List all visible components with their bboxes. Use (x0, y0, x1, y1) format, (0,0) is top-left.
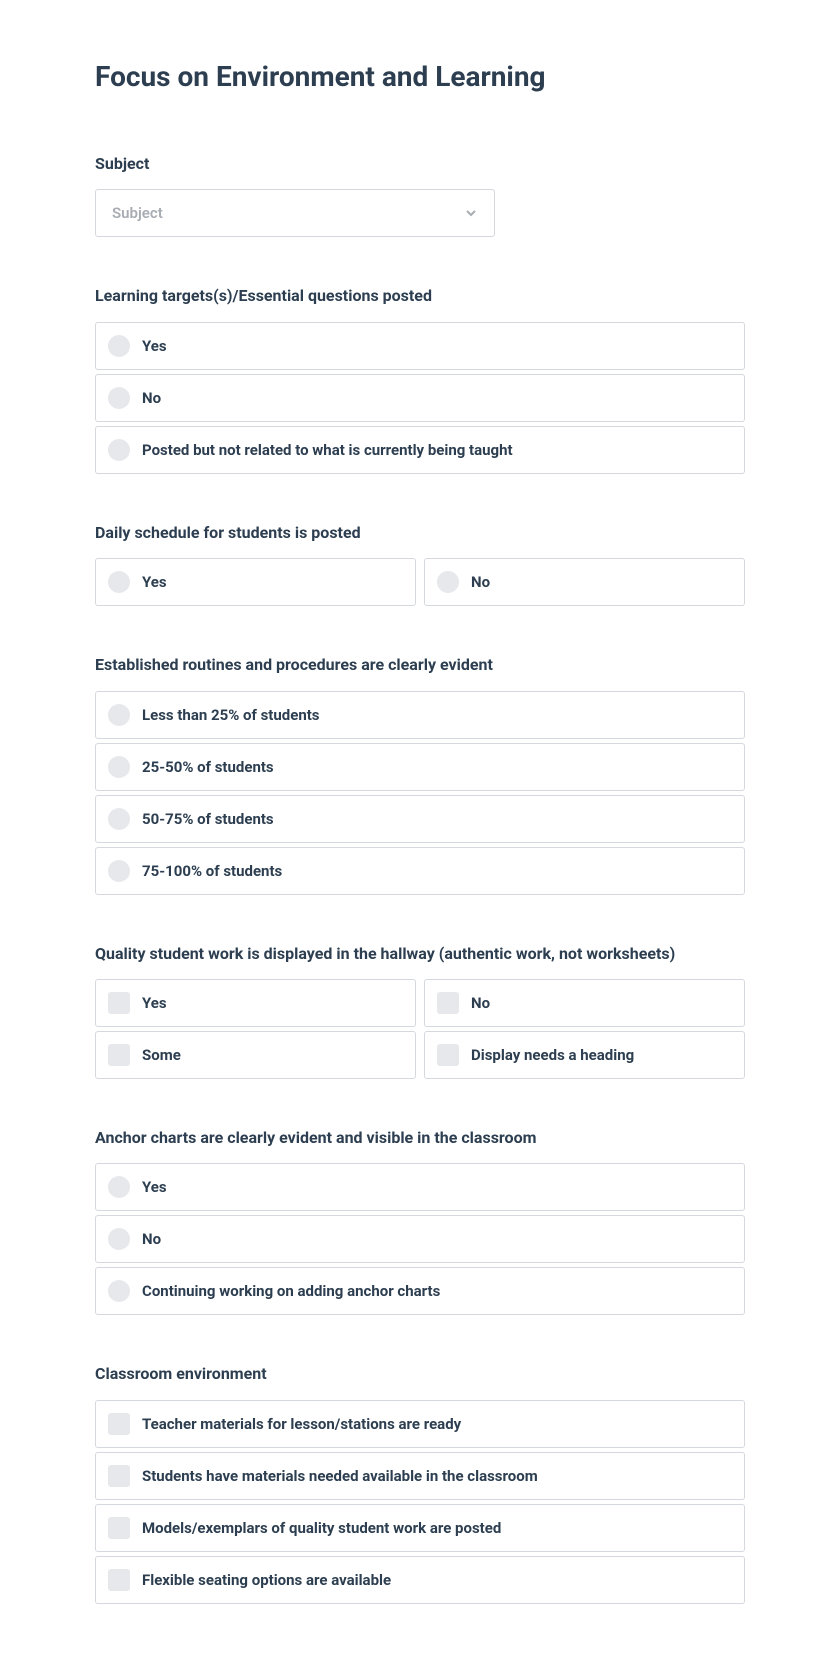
checkbox-icon (108, 992, 130, 1014)
checkbox-icon (108, 1465, 130, 1487)
radio-icon (108, 808, 130, 830)
option-label: 75-100% of students (142, 862, 282, 880)
radio-icon (108, 756, 130, 778)
daily-schedule-option[interactable]: Yes (95, 558, 416, 606)
checkbox-icon (108, 1517, 130, 1539)
classroom-env-option[interactable]: Models/exemplars of quality student work… (95, 1504, 745, 1552)
option-label: 25-50% of students (142, 758, 274, 776)
student-work-option[interactable]: Display needs a heading (424, 1031, 745, 1079)
option-label: Some (142, 1046, 181, 1064)
option-label: Continuing working on adding anchor char… (142, 1282, 440, 1300)
routines-option[interactable]: 50-75% of students (95, 795, 745, 843)
learning-targets-section: Learning targets(s)/Essential questions … (95, 285, 745, 473)
daily-schedule-section: Daily schedule for students is posted Ye… (95, 522, 745, 606)
classroom-env-option[interactable]: Teacher materials for lesson/stations ar… (95, 1400, 745, 1448)
student-work-option[interactable]: Some (95, 1031, 416, 1079)
option-label: Models/exemplars of quality student work… (142, 1519, 501, 1537)
classroom-env-options: Teacher materials for lesson/stations ar… (95, 1400, 745, 1604)
option-label: 50-75% of students (142, 810, 274, 828)
student-work-option[interactable]: No (424, 979, 745, 1027)
student-work-section: Quality student work is displayed in the… (95, 943, 745, 1079)
option-label: No (471, 994, 490, 1012)
option-label: Display needs a heading (471, 1046, 634, 1064)
routines-section: Established routines and procedures are … (95, 654, 745, 894)
learning-targets-option[interactable]: Yes (95, 322, 745, 370)
radio-icon (108, 1176, 130, 1198)
radio-icon (437, 571, 459, 593)
checkbox-icon (108, 1413, 130, 1435)
radio-icon (108, 335, 130, 357)
student-work-options: Yes No Some Display needs a heading (95, 979, 745, 1079)
anchor-charts-option[interactable]: No (95, 1215, 745, 1263)
anchor-charts-option[interactable]: Yes (95, 1163, 745, 1211)
routines-option[interactable]: 75-100% of students (95, 847, 745, 895)
routines-option[interactable]: 25-50% of students (95, 743, 745, 791)
routines-option[interactable]: Less than 25% of students (95, 691, 745, 739)
option-label: No (471, 573, 490, 591)
subject-dropdown[interactable]: Subject (95, 189, 495, 237)
classroom-env-label: Classroom environment (95, 1363, 745, 1385)
daily-schedule-options: Yes No (95, 558, 745, 606)
anchor-charts-section: Anchor charts are clearly evident and vi… (95, 1127, 745, 1315)
radio-icon (108, 571, 130, 593)
student-work-label: Quality student work is displayed in the… (95, 943, 745, 965)
radio-icon (108, 1280, 130, 1302)
option-label: Teacher materials for lesson/stations ar… (142, 1415, 461, 1433)
radio-icon (108, 704, 130, 726)
daily-schedule-option[interactable]: No (424, 558, 745, 606)
option-label: No (142, 389, 161, 407)
option-label: Yes (142, 573, 167, 591)
radio-icon (108, 387, 130, 409)
checkbox-icon (108, 1044, 130, 1066)
anchor-charts-label: Anchor charts are clearly evident and vi… (95, 1127, 745, 1149)
routines-label: Established routines and procedures are … (95, 654, 745, 676)
anchor-charts-option[interactable]: Continuing working on adding anchor char… (95, 1267, 745, 1315)
checkbox-icon (437, 992, 459, 1014)
radio-icon (108, 439, 130, 461)
option-label: Yes (142, 1178, 167, 1196)
option-label: Posted but not related to what is curren… (142, 441, 513, 459)
learning-targets-options: Yes No Posted but not related to what is… (95, 322, 745, 474)
page-title: Focus on Environment and Learning (95, 60, 745, 93)
radio-icon (108, 860, 130, 882)
routines-options: Less than 25% of students 25-50% of stud… (95, 691, 745, 895)
classroom-env-option[interactable]: Flexible seating options are available (95, 1556, 745, 1604)
classroom-env-section: Classroom environment Teacher materials … (95, 1363, 745, 1603)
classroom-env-option[interactable]: Students have materials needed available… (95, 1452, 745, 1500)
option-label: Students have materials needed available… (142, 1467, 538, 1485)
subject-section: Subject Subject (95, 153, 745, 237)
option-label: Yes (142, 337, 167, 355)
learning-targets-option[interactable]: Posted but not related to what is curren… (95, 426, 745, 474)
option-label: Yes (142, 994, 167, 1012)
daily-schedule-label: Daily schedule for students is posted (95, 522, 745, 544)
subject-placeholder: Subject (112, 204, 163, 222)
option-label: No (142, 1230, 161, 1248)
anchor-charts-options: Yes No Continuing working on adding anch… (95, 1163, 745, 1315)
option-label: Flexible seating options are available (142, 1571, 391, 1589)
checkbox-icon (108, 1569, 130, 1591)
subject-label: Subject (95, 153, 745, 175)
learning-targets-option[interactable]: No (95, 374, 745, 422)
chevron-down-icon (464, 206, 478, 220)
checkbox-icon (437, 1044, 459, 1066)
option-label: Less than 25% of students (142, 706, 320, 724)
student-work-option[interactable]: Yes (95, 979, 416, 1027)
radio-icon (108, 1228, 130, 1250)
learning-targets-label: Learning targets(s)/Essential questions … (95, 285, 745, 307)
